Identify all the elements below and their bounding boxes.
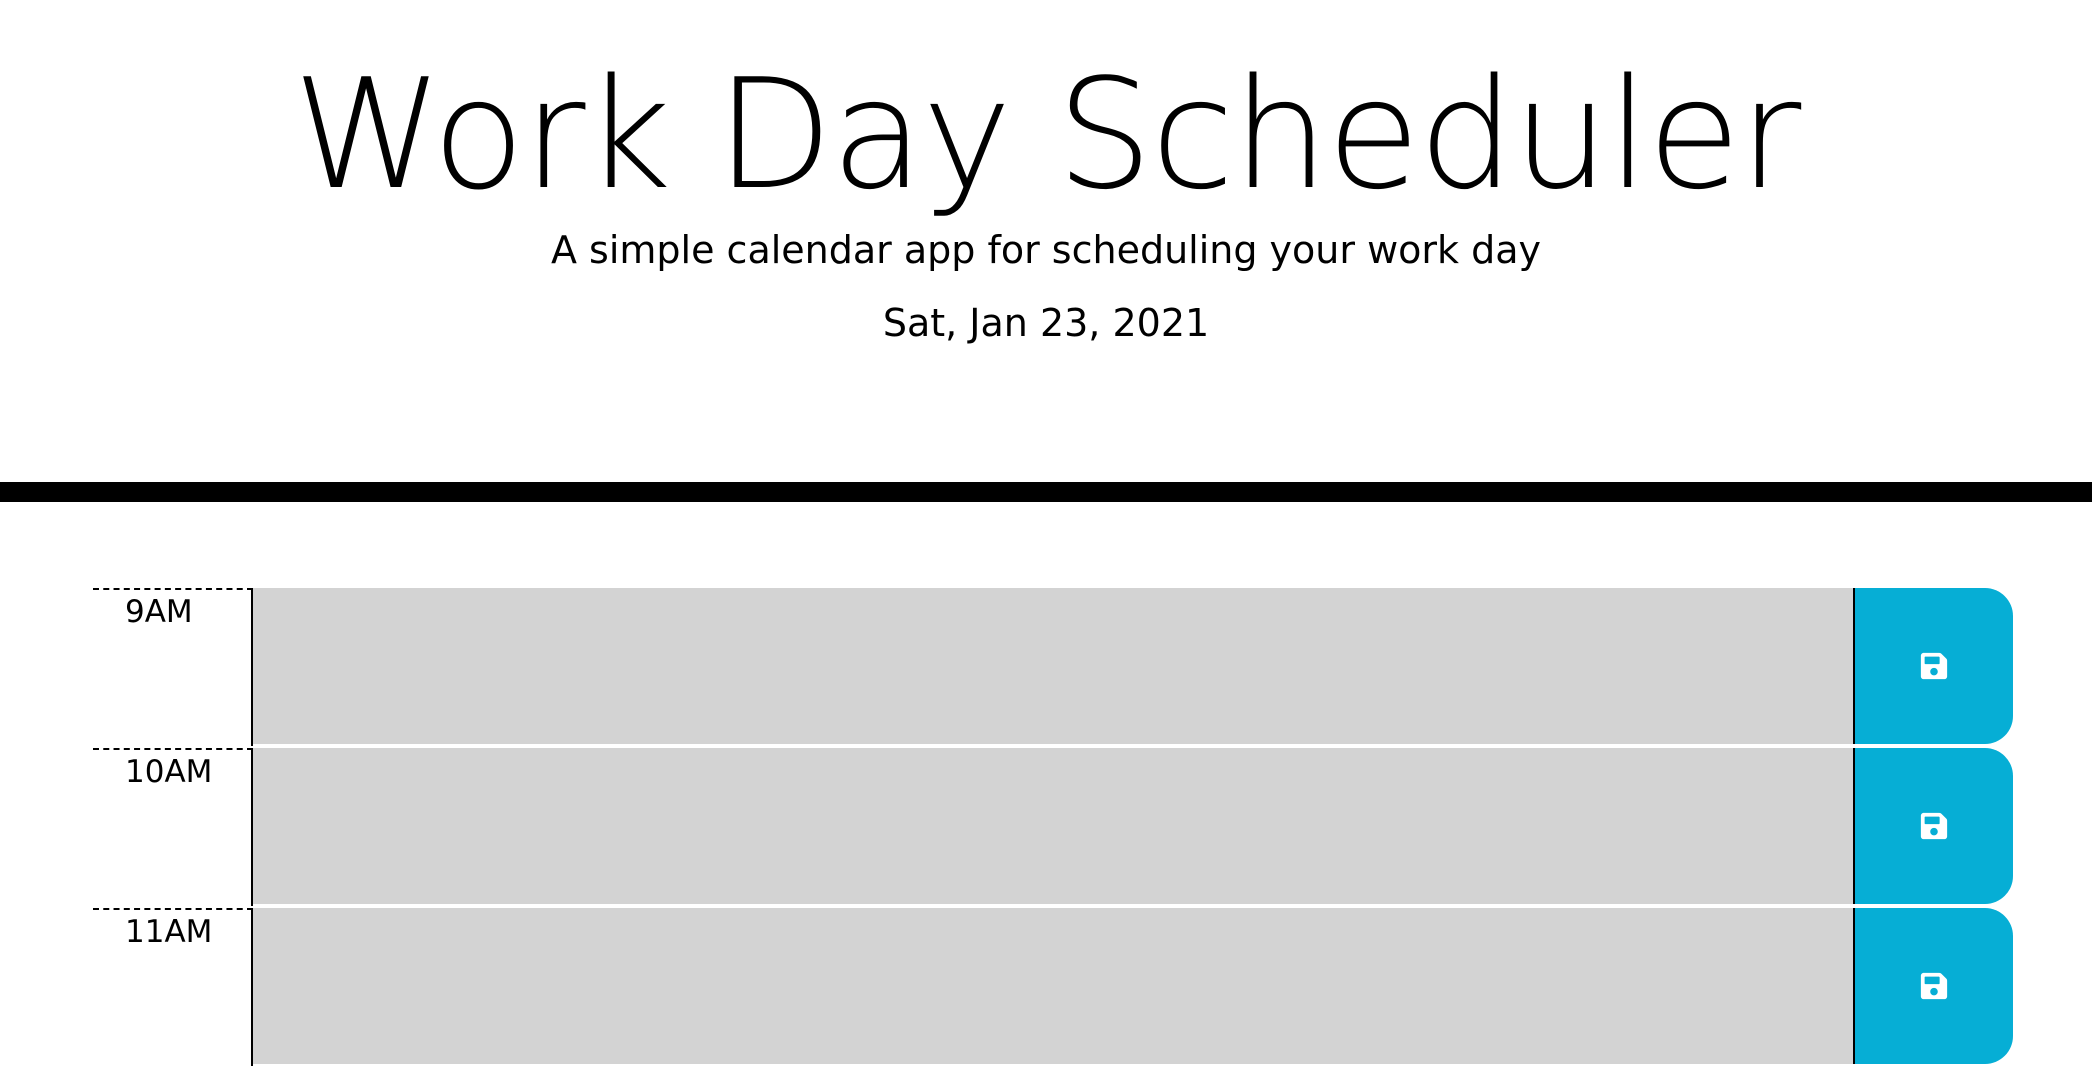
event-input[interactable]	[253, 588, 1853, 746]
current-day: Sat, Jan 23, 2021	[882, 301, 1210, 345]
save-button[interactable]	[1853, 748, 2013, 904]
save-icon	[1920, 812, 1948, 840]
hour-label: 11AM	[93, 908, 253, 1066]
hour-label: 10AM	[93, 748, 253, 906]
scheduler-container: 9AM 10AM 11AM	[93, 588, 2014, 1068]
time-block-10am: 10AM	[93, 748, 2014, 908]
event-input[interactable]	[253, 748, 1853, 906]
page-subtitle: A simple calendar app for scheduling you…	[550, 228, 1542, 272]
event-input[interactable]	[253, 908, 1853, 1066]
page-header: Work Day Scheduler A simple calendar app…	[0, 0, 2092, 502]
time-block-9am: 9AM	[93, 588, 2014, 748]
save-button[interactable]	[1853, 908, 2013, 1064]
save-icon	[1920, 972, 1948, 1000]
hour-label: 9AM	[93, 588, 253, 746]
save-icon	[1920, 652, 1948, 680]
save-button[interactable]	[1853, 588, 2013, 744]
page-title: Work Day Scheduler	[292, 46, 1802, 223]
time-block-11am: 11AM	[93, 908, 2014, 1068]
